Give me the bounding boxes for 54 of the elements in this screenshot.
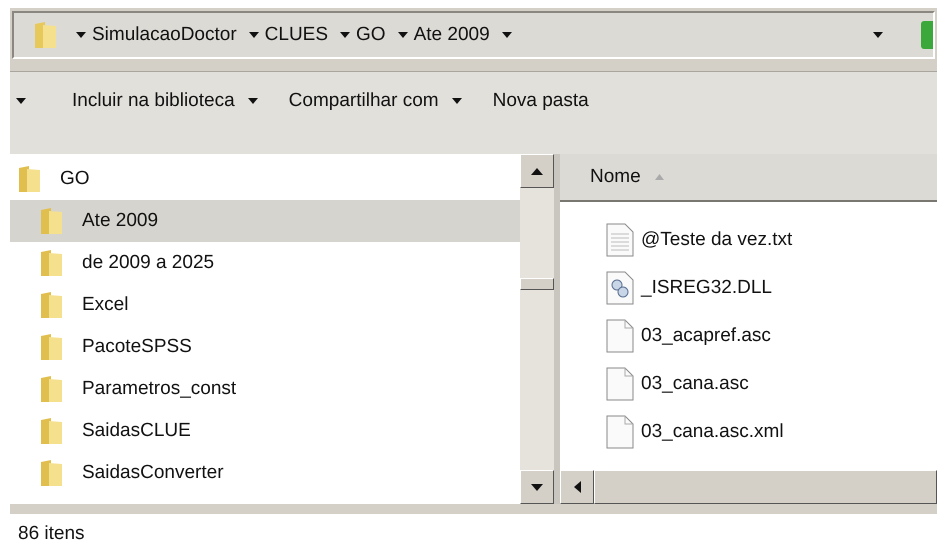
- scroll-down-button[interactable]: [520, 470, 554, 504]
- dropdown-icon[interactable]: [871, 30, 885, 40]
- folder-icon: [32, 20, 58, 50]
- column-header[interactable]: Nome: [590, 162, 641, 192]
- breadcrumb-arrow-icon[interactable]: [339, 31, 352, 39]
- breadcrumb-arrow-icon[interactable]: [75, 31, 87, 39]
- scroll-thumb[interactable]: [520, 278, 554, 290]
- folder-icon: [38, 458, 64, 488]
- status-text: 86 itens: [18, 523, 85, 544]
- file-name[interactable]: _ISREG32.DLL: [641, 274, 772, 302]
- scroll-up-button[interactable]: [520, 154, 554, 188]
- scroll-left-button[interactable]: [560, 470, 594, 504]
- file-name[interactable]: 03_cana.asc: [641, 370, 749, 398]
- dropdown-icon[interactable]: [14, 96, 28, 106]
- folder-icon: [38, 416, 64, 446]
- folder-icon: [38, 248, 64, 278]
- toolbar-button[interactable]: Incluir na biblioteca: [72, 86, 235, 116]
- breadcrumb[interactable]: SimulacaoDoctor: [92, 20, 237, 50]
- tree-item[interactable]: Excel: [10, 284, 520, 326]
- tree-item[interactable]: de 2009 a 2025: [10, 242, 520, 284]
- file-name[interactable]: @Teste da vez.txt: [641, 226, 792, 254]
- file-name[interactable]: 03_acapref.asc: [641, 322, 771, 350]
- address-bar[interactable]: SimulacaoDoctor CLUES GO Ate 2009: [12, 11, 935, 59]
- folder-icon: [38, 290, 64, 320]
- tree-item[interactable]: SaidasCLUE: [10, 410, 520, 452]
- sort-arrow-icon: [654, 174, 664, 180]
- breadcrumb[interactable]: GO: [356, 20, 386, 50]
- breadcrumb[interactable]: CLUES: [264, 20, 328, 50]
- vertical-scrollbar[interactable]: [520, 154, 554, 504]
- text-file-icon: [605, 222, 635, 258]
- folder-icon: [16, 164, 42, 194]
- folder-icon: [38, 332, 64, 362]
- folder-icon: [38, 374, 64, 404]
- breadcrumb-arrow-icon[interactable]: [396, 31, 409, 39]
- tree-item[interactable]: Ate 2009: [10, 200, 520, 242]
- file-icon: [605, 318, 635, 354]
- tree-item[interactable]: SaidasConverter: [10, 452, 520, 494]
- tree-item[interactable]: PacoteSPSS: [10, 326, 520, 368]
- up-arrow-icon: [531, 168, 543, 174]
- toolbar-button[interactable]: Nova pasta: [492, 86, 589, 116]
- dropdown-icon[interactable]: [450, 97, 463, 105]
- dropdown-icon[interactable]: [246, 97, 259, 105]
- file-name[interactable]: 03_cana.asc.xml: [641, 418, 784, 446]
- tree-item[interactable]: GO: [10, 158, 520, 200]
- breadcrumb[interactable]: Ate 2009: [414, 20, 490, 50]
- breadcrumb-arrow-icon[interactable]: [248, 31, 260, 39]
- file-icon: [605, 366, 635, 402]
- left-arrow-icon: [574, 481, 580, 493]
- toolbar-button[interactable]: Compartilhar com: [288, 86, 439, 116]
- folder-icon: [38, 206, 64, 236]
- down-arrow-icon: [531, 484, 543, 490]
- breadcrumb-arrow-icon[interactable]: [500, 31, 513, 39]
- tree-item[interactable]: Parametros_const: [10, 368, 520, 410]
- file-icon: [605, 414, 635, 450]
